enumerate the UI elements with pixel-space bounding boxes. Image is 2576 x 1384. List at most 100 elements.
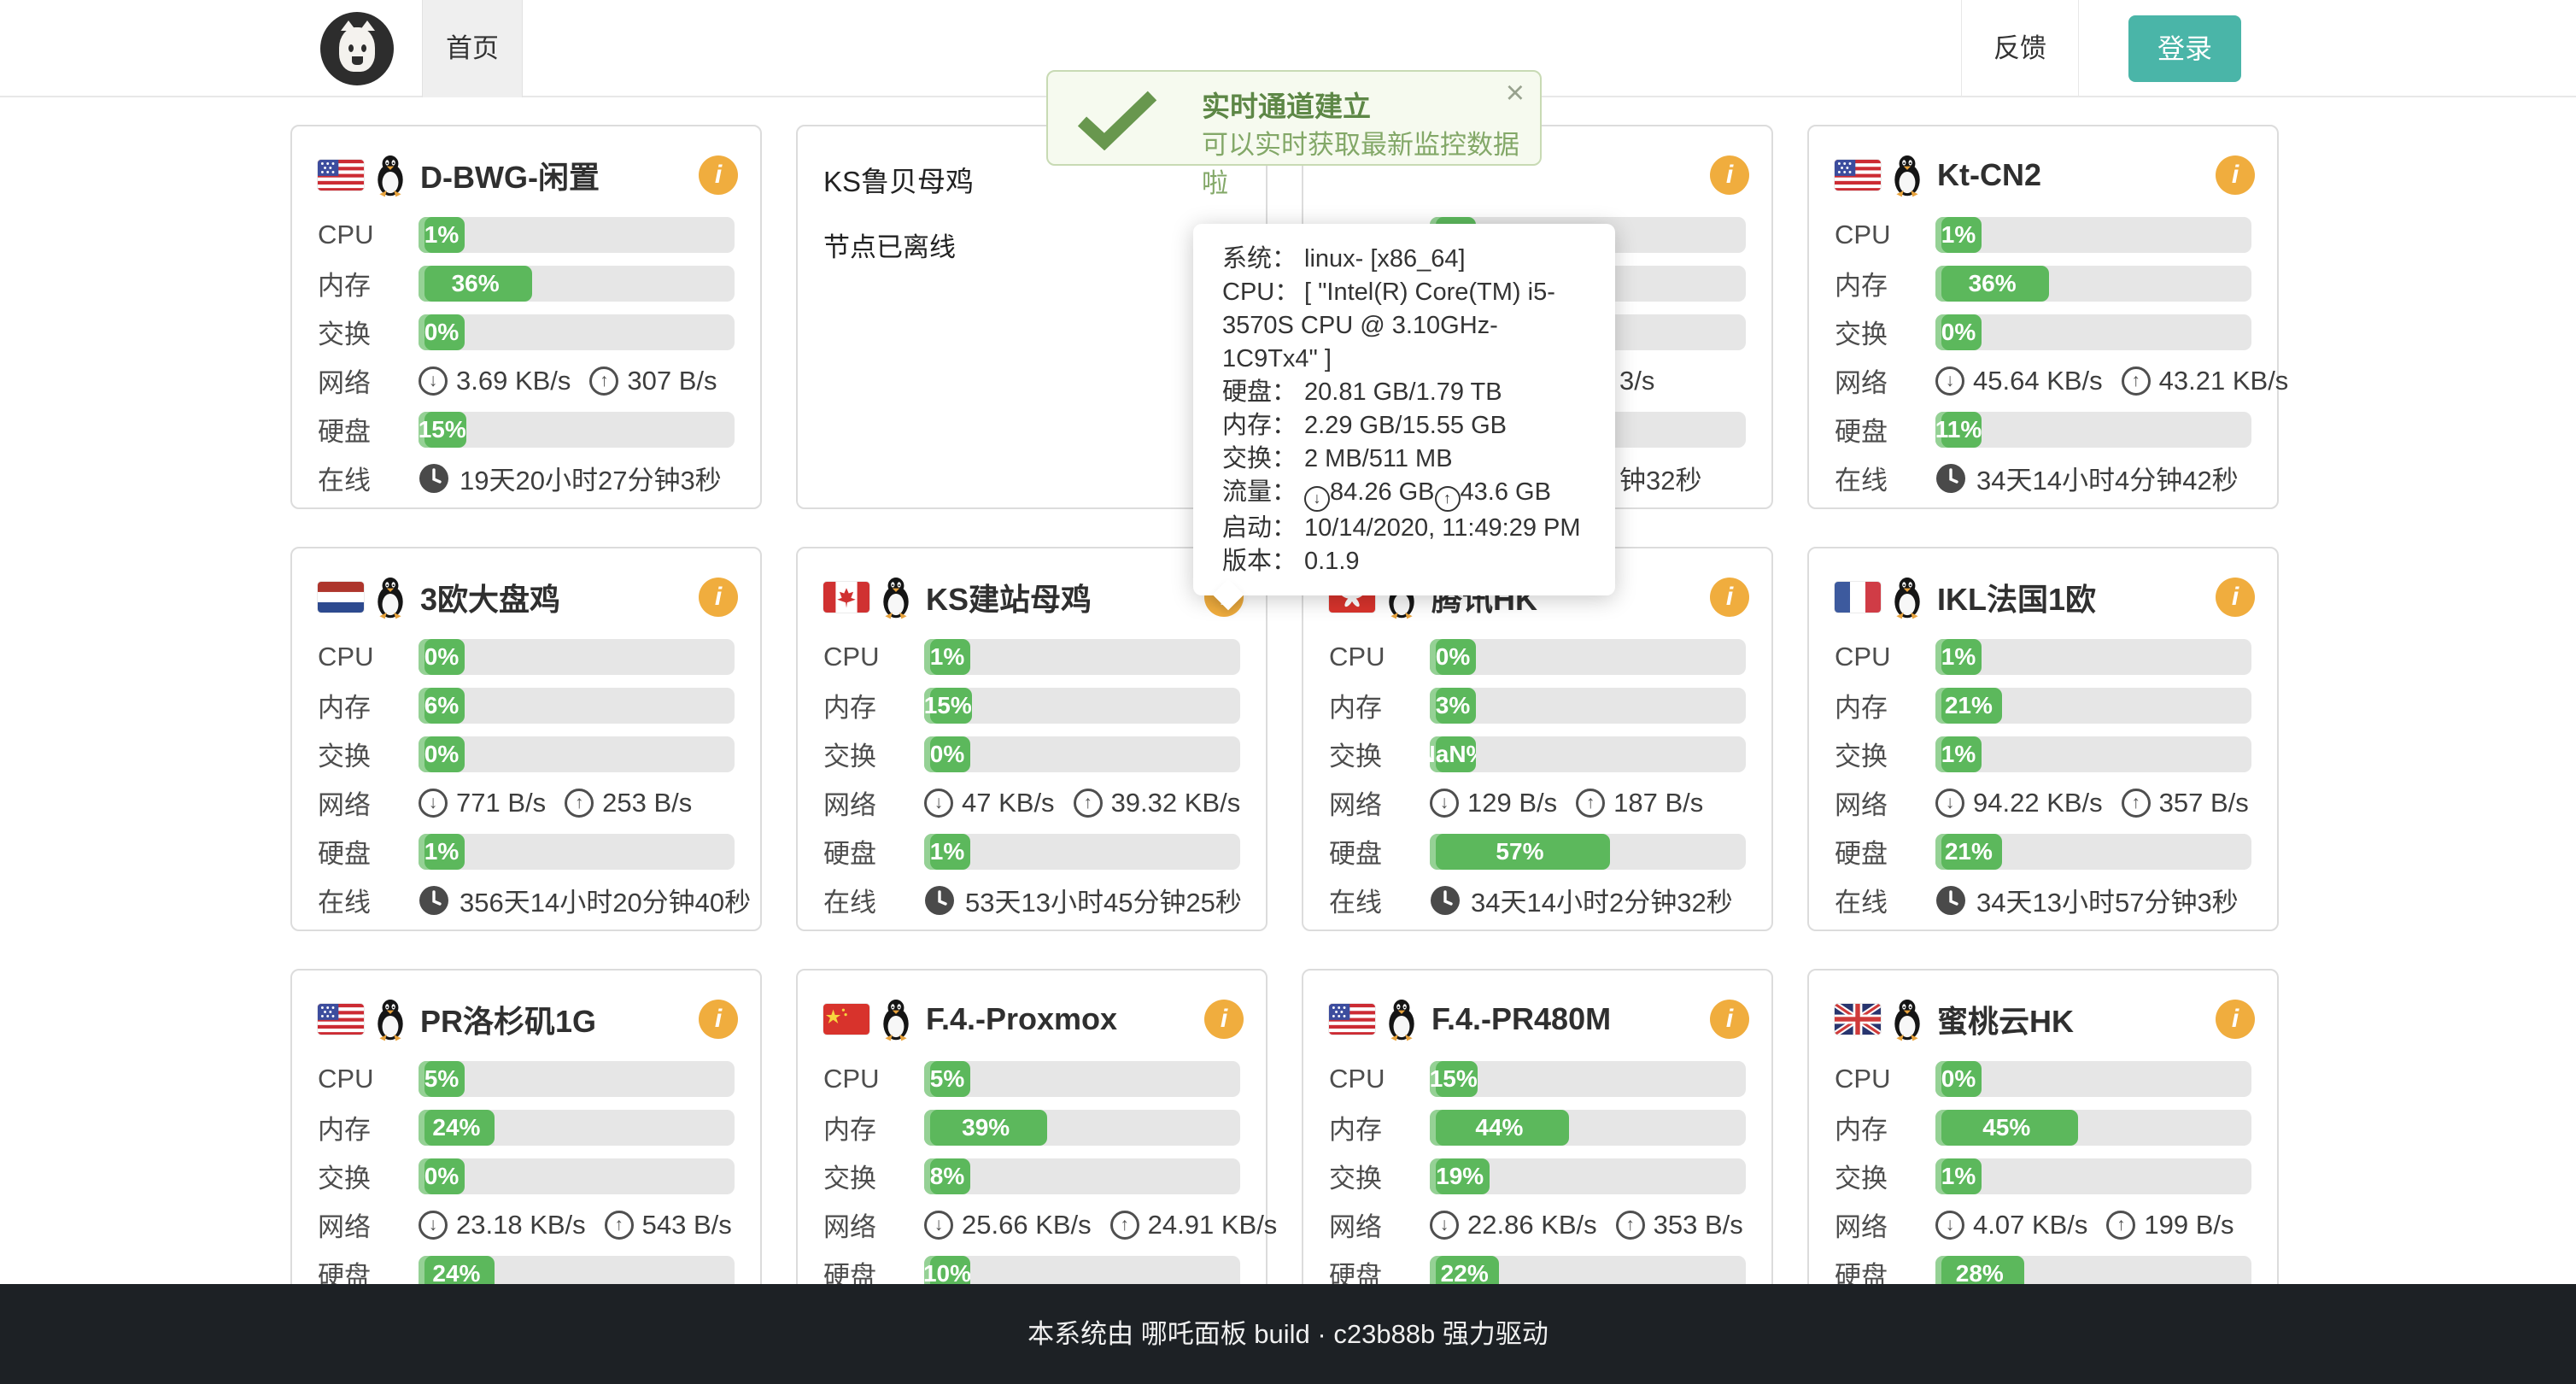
- progress-value-disk: 22%: [1441, 1260, 1489, 1287]
- info-icon[interactable]: i: [699, 1000, 738, 1039]
- stat-row-cpu: CPU15%: [1329, 1054, 1746, 1103]
- linux-penguin-icon: [1889, 155, 1925, 196]
- network-values: ↓25.66 KB/s↑24.91 KB/s: [924, 1210, 1277, 1240]
- info-icon[interactable]: i: [699, 578, 738, 617]
- stat-row-cpu: CPU1%: [318, 210, 735, 259]
- progress-value-cpu: 5%: [930, 1065, 964, 1093]
- progress-value-swap: 0%: [1941, 319, 1976, 346]
- online-values: 34天13小时57分钟3秒: [1935, 881, 2239, 919]
- toast-message: 可以实时获取最新监控数据啦: [1202, 123, 1540, 200]
- stat-label-online: 在线: [1835, 881, 1935, 919]
- network-values: ↓23.18 KB/s↑543 B/s: [419, 1210, 732, 1240]
- stat-row-swap: 交换0%: [318, 730, 735, 778]
- progress-track-swap: 19%: [1430, 1158, 1746, 1194]
- network-upload-value: 39.32 KB/s: [1111, 788, 1241, 818]
- stat-label-mem: 内存: [1835, 1108, 1935, 1146]
- progress-track-swap: NaN%: [1430, 736, 1746, 772]
- progress-fill-disk: 15%: [419, 412, 466, 448]
- progress-fill-cpu: 0%: [419, 639, 465, 675]
- progress-fill-mem: 45%: [1935, 1110, 2078, 1146]
- stat-label-online: 在线: [1835, 459, 1935, 497]
- progress-fill-disk: 21%: [1935, 834, 2002, 870]
- info-icon[interactable]: i: [1710, 578, 1749, 617]
- server-card: IKL法国1欧iCPU1%内存21%交换1%网络↓94.22 KB/s↑357 …: [1807, 547, 2279, 931]
- progress-value-mem: 44%: [1475, 1114, 1523, 1141]
- info-icon[interactable]: i: [2216, 155, 2255, 195]
- stat-row-net: 网络↓25.66 KB/s↑24.91 KB/s: [823, 1200, 1240, 1249]
- stat-row-swap: 交换8%: [823, 1152, 1240, 1200]
- progress-fill-swap: 1%: [1935, 1158, 1982, 1194]
- server-card: D-BWG-闲置iCPU1%内存36%交换0%网络↓3.69 KB/s↑307 …: [290, 125, 762, 509]
- server-card: Kt-CN2iCPU1%内存36%交换0%网络↓45.64 KB/s↑43.21…: [1807, 125, 2279, 509]
- stat-label-swap: 交换: [318, 313, 419, 351]
- progress-track-disk: 1%: [924, 834, 1240, 870]
- stat-row-net: 网络↓22.86 KB/s↑353 B/s: [1329, 1200, 1746, 1249]
- progress-fill-cpu: 1%: [1935, 639, 1982, 675]
- info-icon[interactable]: i: [1710, 155, 1749, 195]
- network-values: ↓771 B/s↑253 B/s: [419, 788, 692, 818]
- stat-label-disk: 硬盘: [1835, 410, 1935, 449]
- network-upload-value: 43.21 KB/s: [2159, 366, 2289, 396]
- progress-track-swap: 8%: [924, 1158, 1240, 1194]
- info-icon[interactable]: i: [2216, 578, 2255, 617]
- login-button[interactable]: 登录: [2128, 15, 2241, 82]
- upload-arrow-icon: ↑: [1616, 1211, 1645, 1240]
- progress-value-disk: 24%: [432, 1260, 480, 1287]
- progress-fill-cpu: 5%: [419, 1061, 465, 1097]
- linux-penguin-icon: [372, 155, 408, 196]
- progress-track-mem: 45%: [1935, 1110, 2251, 1146]
- stat-row-online: 在线19天20小时27分钟3秒: [318, 454, 735, 502]
- stat-label-net: 网络: [823, 783, 924, 822]
- feedback-link[interactable]: 反馈: [1961, 0, 2079, 97]
- info-icon[interactable]: i: [2216, 1000, 2255, 1039]
- progress-track-cpu: 0%: [419, 639, 735, 675]
- progress-value-swap: 0%: [930, 741, 964, 768]
- linux-penguin-icon: [878, 577, 914, 618]
- network-upload-value: 353 B/s: [1654, 1210, 1743, 1240]
- info-icon[interactable]: i: [1204, 1000, 1244, 1039]
- upload-arrow-icon: ↑: [1435, 486, 1461, 512]
- close-icon[interactable]: ×: [1506, 77, 1525, 109]
- linux-penguin-icon: [1889, 999, 1925, 1040]
- progress-value-disk: 1%: [930, 838, 964, 865]
- info-icon[interactable]: i: [699, 155, 738, 195]
- stat-label-disk: 硬盘: [318, 832, 419, 871]
- stat-row-online: 在线53天13小时45分钟25秒: [823, 876, 1240, 924]
- upload-arrow-icon: ↑: [1074, 789, 1103, 818]
- flag-icon-fr: [1835, 582, 1881, 613]
- clock-icon: [1935, 463, 1966, 494]
- progress-value-disk: 28%: [1956, 1260, 2004, 1287]
- stat-row-disk: 硬盘57%: [1329, 827, 1746, 876]
- progress-value-swap: 8%: [930, 1163, 964, 1190]
- progress-fill-disk: 11%: [1935, 412, 1982, 448]
- stat-label-online: 在线: [1329, 881, 1430, 919]
- stat-label-net: 网络: [318, 1205, 419, 1244]
- download-arrow-icon: ↓: [419, 1211, 448, 1240]
- progress-value-disk: 21%: [1945, 838, 1993, 865]
- clock-icon: [1935, 885, 1966, 916]
- clock-icon: [419, 463, 449, 494]
- uptime-visible-fragment: 钟32秒: [1619, 459, 1701, 497]
- stat-label-online: 在线: [318, 459, 419, 497]
- network-upload-value: 307 B/s: [627, 366, 717, 396]
- progress-value-swap: 0%: [424, 1163, 459, 1190]
- progress-fill-mem: 36%: [419, 266, 532, 302]
- progress-track-mem: 39%: [924, 1110, 1240, 1146]
- server-name: IKL法国1欧: [1937, 575, 2096, 619]
- stat-row-swap: 交换19%: [1329, 1152, 1746, 1200]
- server-name: D-BWG-闲置: [420, 153, 600, 197]
- info-icon[interactable]: i: [1710, 1000, 1749, 1039]
- logo-avatar[interactable]: [320, 12, 394, 85]
- network-download-value: 47 KB/s: [962, 788, 1055, 818]
- download-arrow-icon: ↓: [419, 367, 448, 396]
- flag-icon-nl: [318, 582, 364, 613]
- progress-value-mem: 36%: [452, 270, 500, 297]
- progress-value-swap: 1%: [1941, 741, 1976, 768]
- stat-label-disk: 硬盘: [1329, 832, 1430, 871]
- tab-home[interactable]: 首页: [422, 0, 523, 97]
- stat-label-cpu: CPU: [318, 1064, 419, 1094]
- progress-fill-swap: 19%: [1430, 1158, 1490, 1194]
- network-values: ↓129 B/s↑187 B/s: [1430, 788, 1703, 818]
- stat-row-cpu: CPU1%: [1835, 632, 2251, 681]
- flag-icon-us: [318, 160, 364, 191]
